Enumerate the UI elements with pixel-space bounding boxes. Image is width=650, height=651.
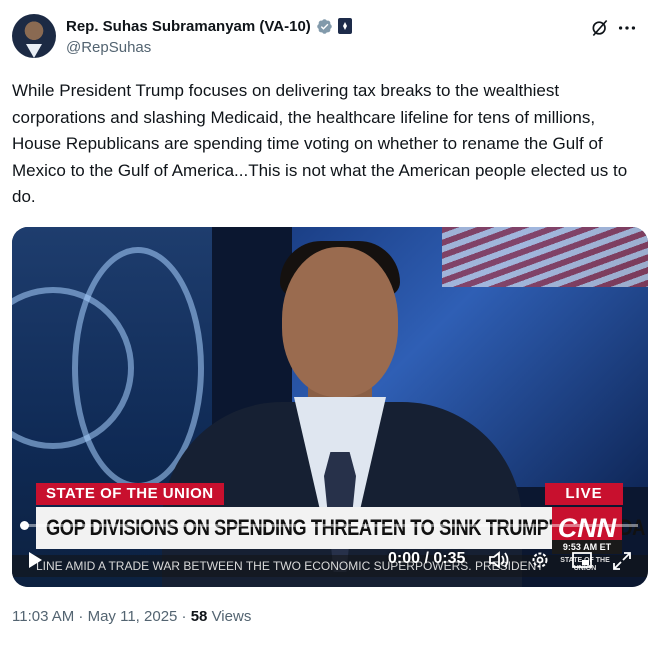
avatar[interactable]: [12, 14, 56, 58]
video-player[interactable]: STATE OF THE UNION LIVE GOP DIVISIONS ON…: [12, 227, 648, 587]
play-icon[interactable]: [26, 551, 44, 569]
more-icon[interactable]: [616, 18, 638, 38]
settings-gear-icon[interactable]: [530, 550, 550, 570]
author-name[interactable]: Rep. Suhas Subramanyam (VA-10): [66, 18, 311, 35]
timestamp[interactable]: 11:03 AM · May 11, 2025 ·: [12, 608, 191, 625]
live-badge: LIVE: [545, 483, 623, 505]
government-badge-icon: [337, 18, 352, 34]
tweet-metadata: 11:03 AM · May 11, 2025 · 58 Views: [12, 608, 251, 625]
grok-icon[interactable]: [590, 18, 610, 38]
picture-in-picture-icon[interactable]: [572, 551, 592, 569]
progress-track[interactable]: [22, 524, 638, 527]
flag-stripes: [442, 227, 648, 287]
author-name-row: Rep. Suhas Subramanyam (VA-10): [66, 16, 352, 36]
views-count: 58: [190, 608, 208, 625]
video-timecode: 0:00 / 0:35: [388, 550, 466, 567]
ticker-text: LINE AMID A TRADE WAR BETWEEN THE TWO EC…: [36, 559, 544, 573]
news-ticker: LINE AMID A TRADE WAR BETWEEN THE TWO EC…: [12, 555, 648, 577]
volume-icon[interactable]: [488, 550, 510, 570]
verified-badge-icon: [317, 18, 332, 34]
chyron: GOP DIVISIONS ON SPENDING THREATEN TO SI…: [36, 507, 645, 549]
fullscreen-icon[interactable]: [612, 551, 632, 571]
progress-handle[interactable]: [20, 521, 29, 530]
show-tag: STATE OF THE UNION: [36, 483, 224, 505]
author-handle[interactable]: @RepSuhas: [66, 39, 151, 56]
tweet-text: While President Trump focuses on deliver…: [12, 81, 632, 206]
tweet-header: Rep. Suhas Subramanyam (VA-10) @RepSuhas: [12, 12, 638, 62]
views-label: Views: [207, 608, 252, 625]
